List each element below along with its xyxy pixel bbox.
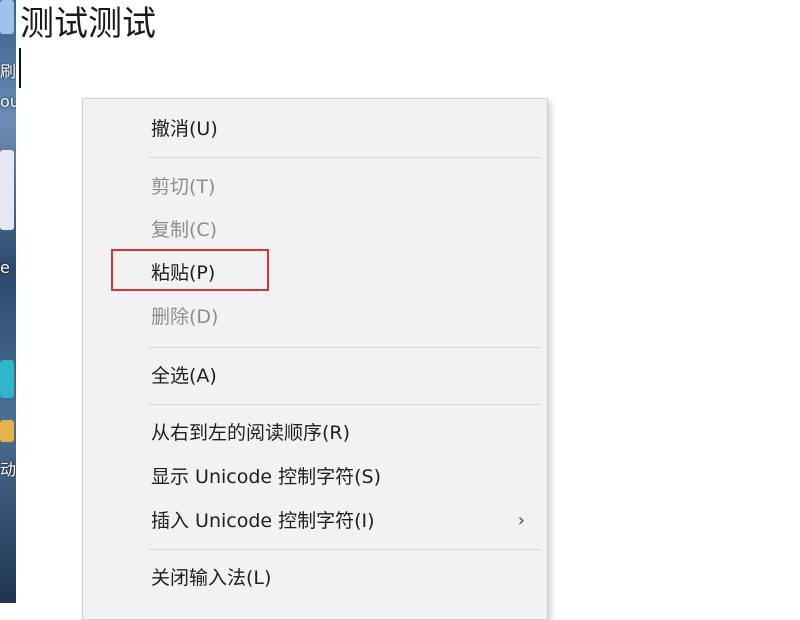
menu-item-label: 删除(D)	[151, 306, 219, 328]
desktop-icon-label: 刷	[0, 62, 16, 81]
desktop-app-icon[interactable]	[0, 150, 14, 230]
menu-item-insert-unicode-control[interactable]: 插入 Unicode 控制字符(I) ›	[83, 501, 547, 541]
menu-item-label: 显示 Unicode 控制字符(S)	[151, 466, 382, 488]
desktop-app-icon[interactable]	[0, 360, 14, 398]
desktop-icon-label: ou	[0, 92, 16, 111]
document-text[interactable]: 测试测试	[20, 0, 156, 45]
menu-separator	[149, 549, 541, 550]
menu-item-copy[interactable]: 复制(C)	[83, 210, 547, 250]
menu-separator	[149, 404, 541, 405]
menu-item-label: 关闭输入法(L)	[151, 567, 272, 589]
desktop-folder-icon[interactable]	[0, 420, 14, 442]
menu-separator	[149, 157, 541, 158]
desktop-icons-strip: 刷 ou e 动	[0, 0, 16, 603]
menu-separator	[149, 347, 541, 348]
menu-item-rtl-reading-order[interactable]: 从右到左的阅读顺序(R)	[83, 413, 547, 453]
context-menu: 撤消(U) 剪切(T) 复制(C) 粘贴(P) 删除(D) 全选(A) 从右到左…	[82, 98, 548, 620]
menu-item-undo[interactable]: 撤消(U)	[83, 109, 547, 149]
menu-item-label: 插入 Unicode 控制字符(I)	[151, 510, 375, 532]
menu-item-label: 撤消(U)	[151, 118, 218, 140]
menu-item-close-ime[interactable]: 关闭输入法(L)	[83, 558, 547, 598]
text-caret	[19, 48, 21, 88]
menu-item-select-all[interactable]: 全选(A)	[83, 356, 547, 396]
chevron-right-icon: ›	[517, 510, 525, 531]
menu-item-show-unicode-control[interactable]: 显示 Unicode 控制字符(S)	[83, 457, 547, 497]
menu-item-label: 复制(C)	[151, 219, 218, 241]
desktop-icon-label: e	[0, 258, 10, 277]
menu-item-delete[interactable]: 删除(D)	[83, 297, 547, 337]
menu-item-label: 全选(A)	[151, 365, 217, 387]
menu-item-cut[interactable]: 剪切(T)	[83, 167, 547, 207]
menu-item-label: 剪切(T)	[151, 176, 216, 198]
paste-highlight-box	[111, 249, 269, 291]
desktop-icon-label: 动	[0, 460, 16, 479]
menu-item-label: 从右到左的阅读顺序(R)	[151, 422, 351, 444]
desktop-app-icon[interactable]	[0, 0, 14, 34]
